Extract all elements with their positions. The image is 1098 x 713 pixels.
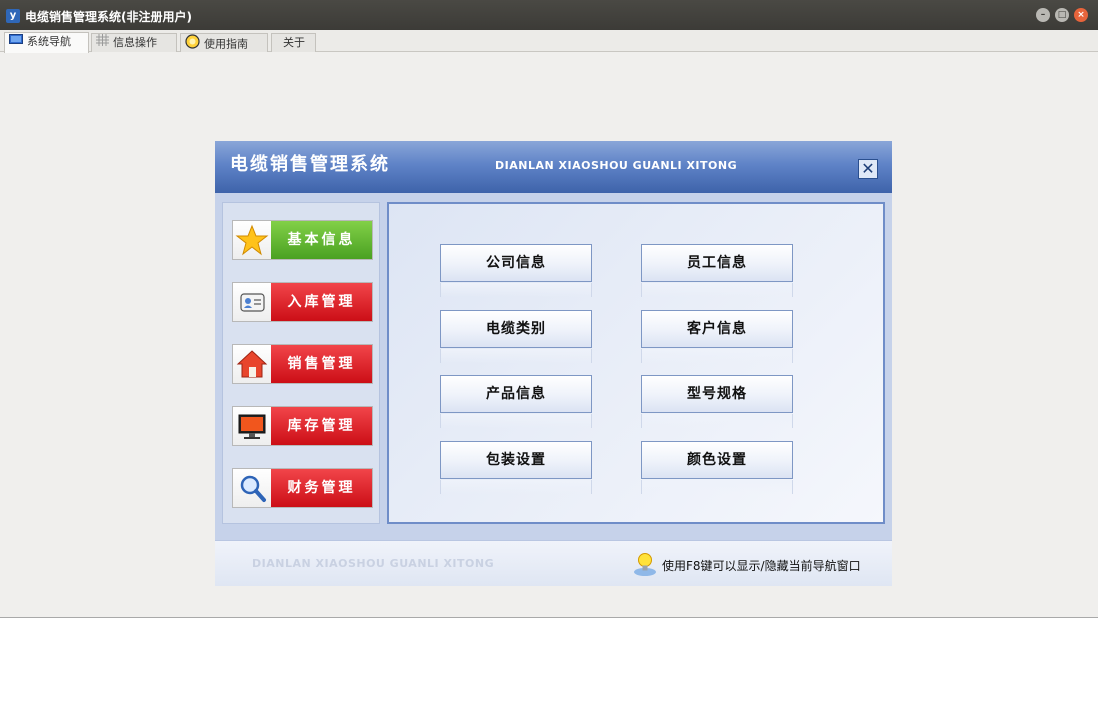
operations-panel: 公司信息 员工信息 电缆类别 客户信息 产品信息 型号规格 包装设置 颜色设置 xyxy=(387,202,885,524)
tab-label: 信息操作 xyxy=(113,36,157,49)
side-button-label: 基本信息 xyxy=(271,221,372,259)
side-button-label: 销售管理 xyxy=(271,345,372,383)
packaging-settings-button[interactable]: 包装设置 xyxy=(440,441,592,479)
close-icon[interactable]: ✕ xyxy=(858,159,878,179)
id-card-icon xyxy=(233,283,271,321)
button-reflection xyxy=(440,414,592,428)
tab-about[interactable]: 关于 xyxy=(271,33,316,52)
sales-management-button[interactable]: 销售管理 xyxy=(232,344,373,384)
tab-system-navigation[interactable]: 系统导航 xyxy=(4,32,89,53)
lightbulb-icon xyxy=(631,550,659,578)
button-reflection xyxy=(641,283,793,297)
tab-strip: 系统导航 信息操作 使用指南 关于 xyxy=(0,30,1098,53)
app-window: y 电缆销售管理系统(非注册用户) – □ × 系统导航 信息操作 使用指南 关… xyxy=(0,0,1098,618)
star-icon xyxy=(233,221,271,259)
house-icon xyxy=(233,345,271,383)
button-reflection xyxy=(440,480,592,494)
app-icon: y xyxy=(6,9,20,23)
tab-label: 系统导航 xyxy=(27,35,71,48)
maximize-button[interactable]: □ xyxy=(1055,8,1069,22)
basic-info-button[interactable]: 基本信息 xyxy=(232,220,373,260)
minimize-button[interactable]: – xyxy=(1036,8,1050,22)
title-bar: y 电缆销售管理系统(非注册用户) – □ × xyxy=(0,0,1098,30)
navigation-header: 电缆销售管理系统 DIANLAN XIAOSHOU GUANLI XITONG … xyxy=(215,141,892,193)
monitor-icon xyxy=(9,33,23,51)
navigation-title: 电缆销售管理系统 xyxy=(230,154,390,175)
tab-label: 关于 xyxy=(283,36,305,49)
tab-info-operations[interactable]: 信息操作 xyxy=(91,33,177,52)
finance-management-button[interactable]: 财务管理 xyxy=(232,468,373,508)
stock-in-button[interactable]: 入库管理 xyxy=(232,282,373,322)
button-reflection xyxy=(641,414,793,428)
window-title: 电缆销售管理系统(非注册用户) xyxy=(25,10,192,24)
button-reflection xyxy=(440,349,592,363)
cable-category-button[interactable]: 电缆类别 xyxy=(440,310,592,348)
tab-label: 使用指南 xyxy=(204,37,248,51)
side-button-label: 财务管理 xyxy=(271,469,372,507)
tab-user-guide[interactable]: 使用指南 xyxy=(180,33,268,52)
product-info-button[interactable]: 产品信息 xyxy=(440,375,592,413)
footer-brand: DIANLAN XIAOSHOU GUANLI XITONG xyxy=(252,557,495,570)
model-spec-button[interactable]: 型号规格 xyxy=(641,375,793,413)
color-settings-button[interactable]: 颜色设置 xyxy=(641,441,793,479)
inventory-management-button[interactable]: 库存管理 xyxy=(232,406,373,446)
module-sidebar: 基本信息 入库管理 销售管理 库存管理 财务管理 xyxy=(222,202,380,524)
employee-info-button[interactable]: 员工信息 xyxy=(641,244,793,282)
company-info-button[interactable]: 公司信息 xyxy=(440,244,592,282)
customer-info-button[interactable]: 客户信息 xyxy=(641,310,793,348)
button-reflection xyxy=(440,283,592,297)
navigation-panel: 电缆销售管理系统 DIANLAN XIAOSHOU GUANLI XITONG … xyxy=(215,141,892,586)
footer-tip: 使用F8键可以显示/隐藏当前导航窗口 xyxy=(662,559,861,573)
side-button-label: 入库管理 xyxy=(271,283,372,321)
grid-icon xyxy=(96,34,109,52)
button-reflection xyxy=(641,349,793,363)
side-button-label: 库存管理 xyxy=(271,407,372,445)
monitor-icon xyxy=(233,407,271,445)
navigation-footer: DIANLAN XIAOSHOU GUANLI XITONG 使用F8键可以显示… xyxy=(215,540,892,586)
magnifier-icon xyxy=(233,469,271,507)
navigation-subtitle: DIANLAN XIAOSHOU GUANLI XITONG xyxy=(495,159,738,172)
button-reflection xyxy=(641,480,793,494)
close-window-button[interactable]: × xyxy=(1074,8,1088,22)
